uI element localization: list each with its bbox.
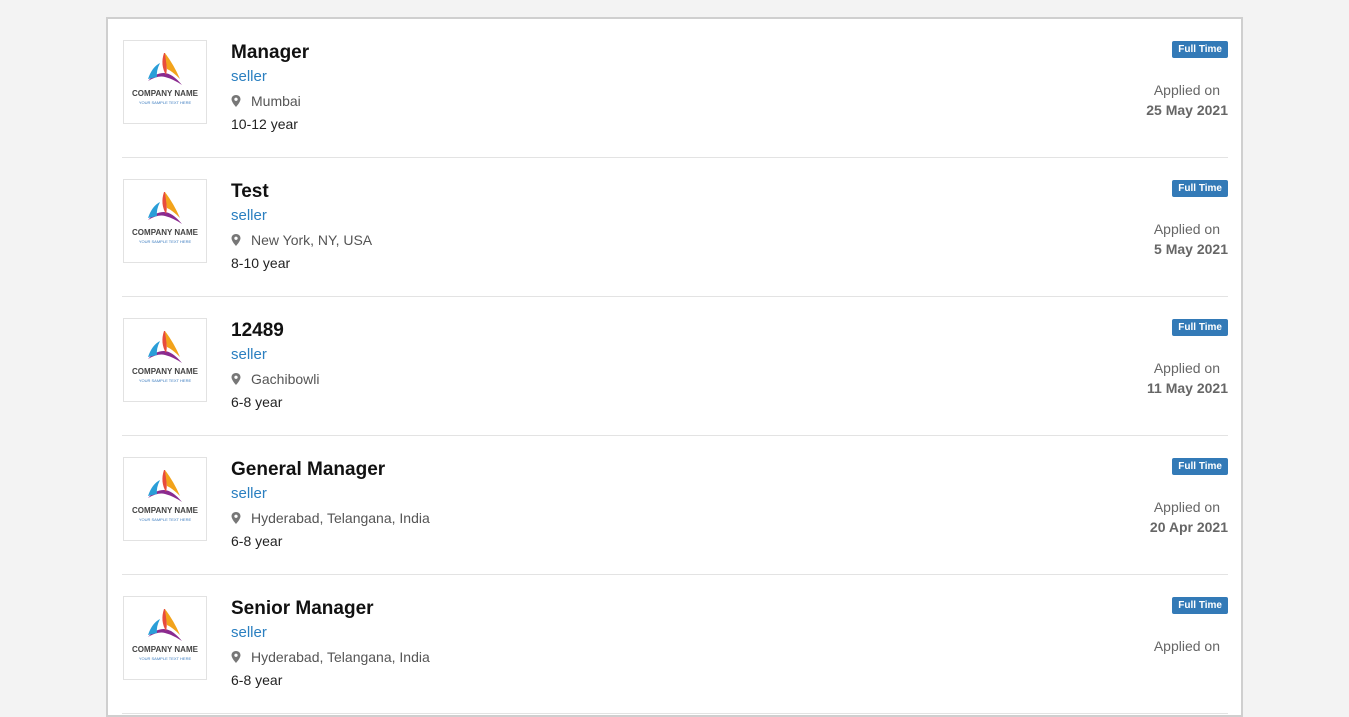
experience-text: 6-8 year — [231, 394, 283, 410]
map-pin-icon — [231, 373, 241, 385]
applied-date: 5 May 2021 — [1154, 241, 1228, 257]
company-logo[interactable]: COMPANY NAME YOUR SAMPLE TEXT HERE — [123, 179, 207, 263]
logo-tagline: YOUR SAMPLE TEXT HERE — [138, 378, 192, 383]
job-type-badge: Full Time — [1172, 41, 1228, 58]
logo-mark-icon — [148, 331, 182, 363]
applied-date: 25 May 2021 — [1146, 102, 1228, 118]
applied-info: Applied on 20 Apr 2021 — [1150, 497, 1228, 537]
company-link[interactable]: seller — [231, 485, 267, 502]
applied-info: Applied on 11 May 2021 — [1147, 358, 1228, 398]
logo-company-name: COMPANY NAME — [132, 367, 198, 376]
job-location: Mumbai — [231, 93, 301, 109]
logo-mark-icon — [148, 470, 182, 502]
experience-text: 10-12 year — [231, 116, 298, 132]
company-logo[interactable]: COMPANY NAME YOUR SAMPLE TEXT HERE — [123, 457, 207, 541]
job-card[interactable]: COMPANY NAME YOUR SAMPLE TEXT HERE Manag… — [122, 19, 1228, 158]
map-pin-icon — [231, 512, 241, 524]
location-text: New York, NY, USA — [251, 232, 373, 248]
company-logo[interactable]: COMPANY NAME YOUR SAMPLE TEXT HERE — [123, 596, 207, 680]
logo-mark-icon — [148, 192, 182, 224]
location-text: Gachibowli — [251, 371, 320, 387]
job-card[interactable]: COMPANY NAME YOUR SAMPLE TEXT HERE Test … — [122, 158, 1228, 297]
experience-text: 6-8 year — [231, 533, 283, 549]
logo-tagline: YOUR SAMPLE TEXT HERE — [138, 100, 192, 105]
applied-info: Applied on 5 May 2021 — [1154, 219, 1228, 259]
logo-mark-icon — [148, 609, 182, 641]
job-card[interactable]: COMPANY NAME YOUR SAMPLE TEXT HERE Gener… — [122, 436, 1228, 575]
company-link[interactable]: seller — [231, 346, 267, 363]
location-text: Hyderabad, Telangana, India — [251, 510, 430, 526]
job-title[interactable]: 12489 — [231, 320, 284, 342]
job-title[interactable]: General Manager — [231, 459, 385, 481]
job-title[interactable]: Test — [231, 181, 269, 203]
company-logo[interactable]: COMPANY NAME YOUR SAMPLE TEXT HERE — [123, 318, 207, 402]
job-title[interactable]: Manager — [231, 42, 309, 64]
experience-text: 8-10 year — [231, 255, 291, 271]
job-card[interactable]: COMPANY NAME YOUR SAMPLE TEXT HERE 12489… — [122, 297, 1228, 436]
company-link[interactable]: seller — [231, 207, 267, 224]
applied-label: Applied on — [1153, 360, 1220, 376]
logo-tagline: YOUR SAMPLE TEXT HERE — [138, 517, 192, 522]
location-text: Mumbai — [251, 93, 301, 109]
logo-company-name: COMPANY NAME — [132, 506, 198, 515]
logo-mark-icon — [148, 53, 182, 85]
job-location: Hyderabad, Telangana, India — [231, 510, 430, 526]
experience-text: 6-8 year — [231, 672, 283, 688]
logo-tagline: YOUR SAMPLE TEXT HERE — [138, 656, 192, 661]
job-type-badge: Full Time — [1172, 180, 1228, 197]
applied-label: Applied on — [1153, 499, 1220, 515]
company-logo[interactable]: COMPANY NAME YOUR SAMPLE TEXT HERE — [123, 40, 207, 124]
applied-date: 20 Apr 2021 — [1149, 519, 1228, 535]
job-type-badge: Full Time — [1172, 597, 1228, 614]
logo-company-name: COMPANY NAME — [132, 89, 198, 98]
job-location: Gachibowli — [231, 371, 319, 387]
job-title[interactable]: Senior Manager — [231, 598, 374, 620]
company-link[interactable]: seller — [231, 624, 267, 641]
job-card[interactable]: COMPANY NAME YOUR SAMPLE TEXT HERE Senio… — [122, 575, 1228, 714]
applied-label: Applied on — [1153, 82, 1220, 98]
applied-info: Applied on — [1154, 636, 1228, 656]
logo-company-name: COMPANY NAME — [132, 645, 198, 654]
logo-company-name: COMPANY NAME — [132, 228, 198, 237]
logo-tagline: YOUR SAMPLE TEXT HERE — [138, 239, 192, 244]
job-location: Hyderabad, Telangana, India — [231, 649, 430, 665]
applied-jobs-panel: COMPANY NAME YOUR SAMPLE TEXT HERE Manag… — [106, 17, 1243, 717]
applied-date: 11 May 2021 — [1147, 380, 1228, 396]
job-location: New York, NY, USA — [231, 232, 372, 248]
location-text: Hyderabad, Telangana, India — [251, 649, 430, 665]
applied-label: Applied on — [1153, 221, 1220, 237]
map-pin-icon — [231, 234, 241, 246]
map-pin-icon — [231, 651, 241, 663]
applied-label: Applied on — [1153, 638, 1220, 654]
map-pin-icon — [231, 95, 241, 107]
company-link[interactable]: seller — [231, 68, 267, 85]
applied-info: Applied on 25 May 2021 — [1146, 80, 1228, 120]
job-type-badge: Full Time — [1172, 319, 1228, 336]
job-type-badge: Full Time — [1172, 458, 1228, 475]
